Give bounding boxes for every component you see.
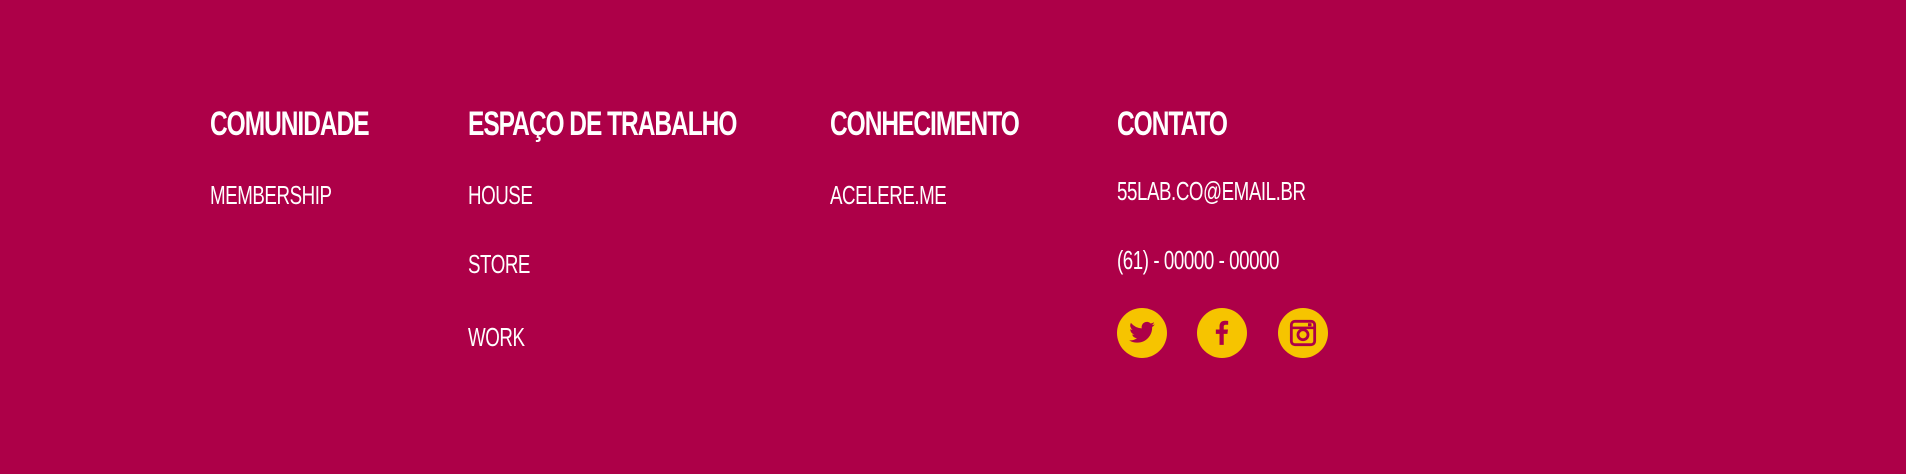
contact-email-link[interactable]: 55LAB.CO@EMAIL.BR <box>1117 176 1306 206</box>
twitter-button[interactable] <box>1117 308 1167 358</box>
site-footer: COMUNIDADE MEMBERSHIP ESPAÇO DE TRABALHO… <box>0 0 1906 474</box>
link-acelere-me[interactable]: ACELERE.ME <box>830 180 947 210</box>
column-title-contato: CONTATO <box>1117 105 1228 143</box>
column-title-conhecimento: CONHECIMENTO <box>830 105 1020 143</box>
link-membership[interactable]: MEMBERSHIP <box>210 180 332 210</box>
twitter-icon <box>1126 319 1158 347</box>
link-store[interactable]: STORE <box>468 249 530 279</box>
link-work[interactable]: WORK <box>468 322 525 352</box>
column-title-espaco-de-trabalho: ESPAÇO DE TRABALHO <box>468 105 737 143</box>
instagram-icon <box>1289 319 1317 347</box>
link-house[interactable]: HOUSE <box>468 180 533 210</box>
instagram-button[interactable] <box>1278 308 1328 358</box>
column-title-comunidade: COMUNIDADE <box>210 105 370 143</box>
facebook-icon <box>1209 316 1235 350</box>
contact-phone-link[interactable]: (61) - 00000 - 00000 <box>1117 245 1279 275</box>
facebook-button[interactable] <box>1197 308 1247 358</box>
